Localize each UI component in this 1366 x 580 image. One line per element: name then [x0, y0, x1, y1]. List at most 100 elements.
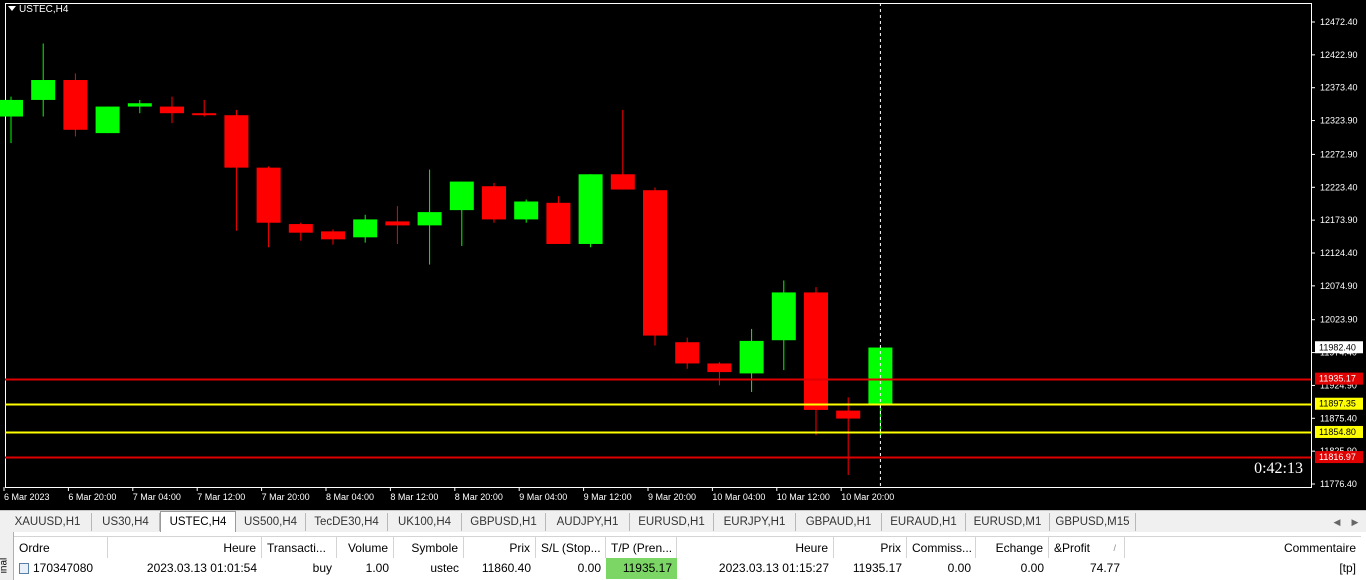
tabs-scroll-right-icon[interactable]: ▶ [1348, 513, 1362, 531]
tab-uk100-h4[interactable]: UK100,H4 [388, 513, 462, 531]
candle-body [0, 99, 23, 117]
col-profit[interactable]: &Profit / [1049, 537, 1125, 559]
price-tick-label: 12422.90 [1320, 50, 1358, 60]
tab-eurjpy-h1[interactable]: EURJPY,H1 [714, 513, 796, 531]
cell-commission: 0.00 [947, 561, 971, 575]
tabs-scroll-left-icon[interactable]: ◀ [1330, 513, 1344, 531]
candle-body [482, 186, 506, 220]
candle-body [707, 363, 732, 373]
cell-order: 170347080 [14, 558, 108, 579]
col-type[interactable]: Transacti... [262, 537, 337, 559]
price-tick-label: 12223.40 [1320, 182, 1358, 192]
candle-body [256, 167, 281, 223]
time-tick-label: 7 Mar 04:00 [133, 492, 181, 502]
candle-body [385, 221, 410, 226]
symbol-menu[interactable]: USTEC,H4 [8, 4, 68, 15]
col-order[interactable]: Ordre [14, 537, 108, 559]
cell-comment: [tp] [1339, 561, 1356, 575]
col-open-time[interactable]: Heure [108, 537, 262, 559]
tab-tecde30-h4[interactable]: TecDE30,H4 [306, 513, 388, 531]
tab-us30-h4[interactable]: US30,H4 [92, 513, 160, 531]
dropdown-triangle-icon [8, 6, 16, 11]
candle-body [771, 292, 796, 341]
candle-body [578, 174, 603, 244]
cell-profit: 74.77 [1089, 561, 1120, 575]
price-tick-label: 12373.40 [1320, 83, 1358, 93]
tab-audjpy-h1[interactable]: AUDJPY,H1 [546, 513, 630, 531]
col-volume[interactable]: Volume [337, 537, 394, 559]
level-price-label: 11816.97 [1319, 452, 1356, 462]
tab-ustec-h4[interactable]: USTEC,H4 [160, 511, 236, 533]
price-tick-label: 12323.90 [1320, 116, 1358, 126]
col-profit-label: &Profit [1054, 541, 1091, 555]
col-comment[interactable]: Commentaire [1125, 537, 1361, 559]
tab-eurusd-h1[interactable]: EURUSD,H1 [630, 513, 714, 531]
col-symbol[interactable]: Symbole [394, 537, 464, 559]
cell-tp: 11935.17 [606, 558, 677, 579]
candle-body [643, 190, 667, 336]
history-table-header: Ordre Heure Transacti... Volume Symbole … [14, 536, 1361, 560]
time-tick-label: 9 Mar 20:00 [648, 492, 696, 502]
chart-window[interactable]: 12472.40 12422.90 12373.40 12323.90 12272.90… [0, 0, 1366, 510]
cell-close-time: 2023.03.13 01:15:27 [718, 561, 829, 575]
tab-xauusd-h1[interactable]: XAUUSD,H1 [4, 513, 92, 531]
candlestick-chart[interactable]: 12472.40 12422.90 12373.40 12323.90 12272.90… [0, 0, 1366, 510]
time-tick-label: 8 Mar 04:00 [326, 492, 374, 502]
level-price-label: 11935.17 [1319, 374, 1356, 384]
candle-body [610, 174, 635, 190]
time-tick-label: 9 Mar 12:00 [584, 492, 632, 502]
candle-body [31, 80, 56, 100]
candle-body [321, 231, 345, 240]
terminal-side-label: inal [0, 557, 10, 574]
col-close-time[interactable]: Heure [677, 537, 834, 559]
time-tick-label: 7 Mar 20:00 [262, 492, 310, 502]
cell-sl: 0.00 [577, 561, 601, 575]
sort-indicator-icon: / [1113, 543, 1116, 553]
time-tick-label: 10 Mar 20:00 [841, 492, 894, 502]
price-tick-label: 12124.40 [1320, 248, 1358, 258]
candle-body [675, 342, 700, 364]
price-tick-label: 11875.40 [1320, 413, 1357, 423]
candle-body [224, 115, 249, 168]
candle-body [192, 113, 217, 116]
terminal-side-strip[interactable]: inal [0, 532, 14, 580]
chart-symbol-label: USTEC,H4 [19, 4, 69, 15]
tab-gbpusd-h1[interactable]: GBPUSD,H1 [462, 513, 546, 531]
candle-body [449, 181, 474, 211]
candle-body [95, 106, 120, 134]
tab-gbpusd-m15[interactable]: GBPUSD,M15 [1050, 513, 1136, 531]
col-sl[interactable]: S/L (Stop... [536, 537, 606, 559]
time-tick-label: 10 Mar 04:00 [712, 492, 765, 502]
candle-body [804, 292, 828, 410]
order-icon [19, 563, 29, 574]
chart-tabs-bar: XAUUSD,H1 US30,H4 USTEC,H4 US500,H4 TecDE30,… [0, 510, 1366, 533]
cell-price: 11860.40 [481, 561, 531, 575]
order-number: 170347080 [33, 561, 94, 575]
candle-body [160, 106, 184, 114]
level-price-label: 11897.35 [1319, 399, 1356, 409]
candle-body [836, 410, 861, 419]
tab-us500-h4[interactable]: US500,H4 [236, 513, 306, 531]
terminal-panel: inal Ordre Heure Transacti... Volume Sym… [0, 532, 1366, 580]
time-tick-label: 8 Mar 12:00 [390, 492, 438, 502]
cell-symbol: ustec [430, 561, 459, 575]
time-tick-label: 10 Mar 12:00 [777, 492, 830, 502]
tab-euraud-h1[interactable]: EURAUD,H1 [882, 513, 966, 531]
col-close-price[interactable]: Prix [834, 537, 907, 559]
col-commission[interactable]: Commiss... [907, 537, 976, 559]
time-tick-label: 7 Mar 12:00 [197, 492, 245, 502]
cell-open-time: 2023.03.13 01:01:54 [146, 561, 257, 575]
col-price[interactable]: Prix [464, 537, 536, 559]
candle-body [514, 201, 539, 220]
cell-volume: 1.00 [365, 561, 389, 575]
price-tick-label: 11776.40 [1320, 479, 1357, 489]
col-tp[interactable]: T/P (Pren... [606, 537, 677, 559]
history-row[interactable]: 170347080 2023.03.13 01:01:54 buy 1.00 u… [14, 558, 1361, 579]
candle-body [417, 212, 442, 226]
current-price-label: 11982.40 [1319, 342, 1356, 352]
price-tick-label: 12472.40 [1320, 17, 1358, 27]
tab-eurusd-m1[interactable]: EURUSD,M1 [966, 513, 1050, 531]
candle-body [739, 340, 764, 374]
tab-gbpaud-h1[interactable]: GBPAUD,H1 [796, 513, 882, 531]
col-swap[interactable]: Echange [976, 537, 1049, 559]
